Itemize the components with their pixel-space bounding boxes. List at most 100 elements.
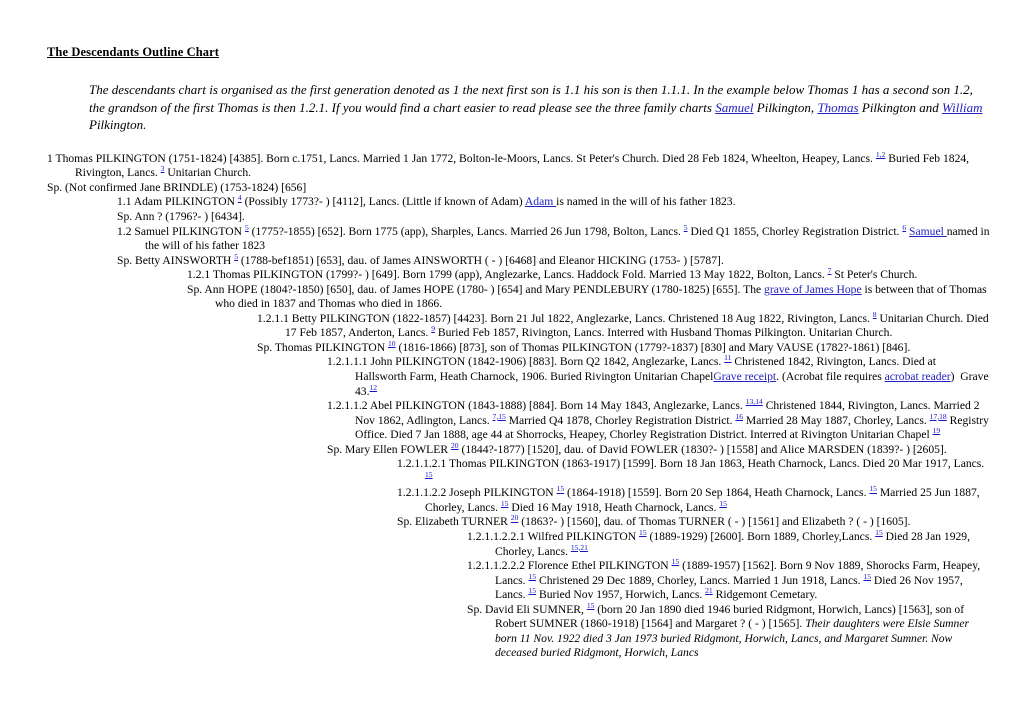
footnote-ref[interactable]: 6 bbox=[902, 223, 906, 232]
footnote-ref[interactable]: 11 bbox=[724, 354, 731, 363]
footnote-ref[interactable]: 15 bbox=[528, 572, 536, 581]
italic-note: Their daughters were Elsie Sumner born 1… bbox=[495, 617, 969, 660]
entry-sp-ann: Sp. Ann ? (1796?- ) [6434]. bbox=[117, 209, 245, 223]
inline-link[interactable]: grave of James Hope bbox=[764, 283, 862, 296]
footnote-ref[interactable]: 15 bbox=[719, 499, 727, 508]
footnote-link[interactable]: 5 bbox=[234, 252, 238, 261]
footnote-link[interactable]: 15 bbox=[587, 601, 595, 610]
footnote-ref[interactable]: 15 bbox=[528, 586, 536, 595]
footnote-ref[interactable]: 15 bbox=[869, 485, 877, 494]
footnote-ref[interactable]: 20 bbox=[511, 514, 519, 523]
footnote-link[interactable]: 1,2 bbox=[876, 150, 886, 159]
footnote-ref[interactable]: 8 bbox=[873, 310, 877, 319]
footnote-link[interactable]: 15 bbox=[528, 572, 536, 581]
footnote-ref[interactable]: 15 bbox=[672, 557, 680, 566]
footnote-link[interactable]: 15 bbox=[528, 586, 536, 595]
footnote-ref[interactable]: 15 bbox=[425, 470, 433, 479]
footnote-link[interactable]: 7,15 bbox=[493, 412, 506, 421]
footnote-ref[interactable]: 19 bbox=[933, 426, 941, 435]
link-samuel-chart[interactable]: Samuel bbox=[715, 100, 753, 115]
inline-link[interactable]: Grave receipt bbox=[713, 370, 776, 383]
footnote-ref[interactable]: 5 bbox=[245, 223, 249, 232]
entry-sp-ann-hope: Sp. Ann HOPE (1804?-1850) [650], dau. of… bbox=[187, 282, 987, 311]
footnote-link[interactable]: 15 bbox=[863, 572, 871, 581]
entry-1-2-1-1-2-abel-pilkington: 1.2.1.1.2 Abel PILKINGTON (1843-1888) [8… bbox=[327, 397, 989, 442]
entry-1-thomas-pilkington: 1 Thomas PILKINGTON (1751-1824) [4385]. … bbox=[47, 149, 970, 180]
footnote-ref[interactable]: 4 bbox=[238, 194, 242, 203]
footnote-ref[interactable]: 20 bbox=[451, 441, 459, 450]
footnote-link[interactable]: 5 bbox=[245, 223, 249, 232]
inline-link[interactable]: Samuel bbox=[909, 225, 947, 238]
entry-1-2-1-1-2-2-1-wilfred-pilkington: 1.2.1.1.2.2.1 Wilfred PILKINGTON 15 (188… bbox=[467, 528, 970, 558]
entry-1-2-1-thomas-pilkington: 1.2.1 Thomas PILKINGTON (1799?- ) [649].… bbox=[187, 266, 918, 282]
footnote-ref[interactable]: 3 bbox=[161, 164, 165, 173]
footnote-link[interactable]: 19 bbox=[933, 426, 941, 435]
page-title: The Descendants Outline Chart bbox=[47, 45, 220, 59]
inline-link[interactable]: Adam bbox=[525, 195, 556, 208]
footnote-ref[interactable]: 7,15 bbox=[493, 412, 506, 421]
intro-paragraph: The descendants chart is organised as th… bbox=[47, 81, 990, 134]
footnote-ref[interactable]: 15 bbox=[557, 485, 565, 494]
footnote-ref[interactable]: 15 bbox=[501, 499, 509, 508]
entry-sp-david-eli-sumner: Sp. David Eli SUMNER, 15 (born 20 Jan 18… bbox=[467, 600, 969, 660]
footnote-link[interactable]: 8 bbox=[873, 310, 877, 319]
footnote-ref[interactable]: 5 bbox=[684, 223, 688, 232]
footnote-link[interactable]: 12 bbox=[370, 383, 378, 392]
footnote-link[interactable]: 15 bbox=[672, 557, 680, 566]
footnote-ref[interactable]: 7 bbox=[828, 266, 832, 275]
link-william-chart[interactable]: William bbox=[942, 100, 982, 115]
footnote-link[interactable]: 15 bbox=[557, 485, 565, 494]
entry-sp-jane-brindle: Sp. (Not confirmed Jane BRINDLE) (1753-1… bbox=[47, 180, 307, 194]
intro-after-thomas: Pilkington and bbox=[858, 99, 943, 115]
footnote-link[interactable]: 9 bbox=[431, 324, 435, 333]
entry-sp-mary-ellen-fowler: Sp. Mary Ellen FOWLER 20 (1844?-1877) [1… bbox=[327, 440, 947, 456]
footnote-link[interactable]: 15,21 bbox=[571, 543, 588, 552]
footnote-ref[interactable]: 17,18 bbox=[930, 412, 947, 421]
footnote-ref[interactable]: 9 bbox=[431, 324, 435, 333]
footnote-link[interactable]: 15 bbox=[869, 485, 877, 494]
intro-after-william: Pilkington. bbox=[89, 117, 147, 133]
inline-link[interactable]: acrobat reader bbox=[885, 370, 951, 383]
footnote-ref[interactable]: 13,14 bbox=[746, 397, 763, 406]
entry-1-2-1-1-2-2-joseph-pilkington: 1.2.1.1.2.2 Joseph PILKINGTON 15 (1864-1… bbox=[397, 484, 980, 514]
footnote-link[interactable]: 15 bbox=[719, 499, 727, 508]
footnote-link[interactable]: 6 bbox=[902, 223, 906, 232]
entry-sp-elizabeth-turner: Sp. Elizabeth TURNER 20 (1863?- ) [1560]… bbox=[397, 513, 911, 529]
footnote-link[interactable]: 13,14 bbox=[746, 397, 763, 406]
footnote-link[interactable]: 20 bbox=[451, 441, 459, 450]
footnote-link[interactable]: 4 bbox=[238, 194, 242, 203]
footnote-ref[interactable]: 21 bbox=[705, 586, 713, 595]
footnote-ref[interactable]: 15 bbox=[863, 572, 871, 581]
footnote-link[interactable]: 17,18 bbox=[930, 412, 947, 421]
footnote-ref[interactable]: 15 bbox=[587, 601, 595, 610]
entry-1-2-1-1-1-john-pilkington: 1.2.1.1.1 John PILKINGTON (1842-1906) [8… bbox=[327, 353, 989, 398]
entry-1-1-adam-pilkington: 1.1 Adam PILKINGTON 4 (Possibly 1773?- )… bbox=[117, 193, 736, 209]
footnote-ref[interactable]: 15 bbox=[639, 528, 647, 537]
footnote-link[interactable]: 10 bbox=[388, 339, 396, 348]
footnote-link[interactable]: 15 bbox=[875, 528, 883, 537]
document-page: The Descendants Outline Chart The descen… bbox=[0, 0, 1020, 721]
entry-1-2-samuel-pilkington: 1.2 Samuel PILKINGTON 5 (1775?-1855) [65… bbox=[117, 222, 990, 253]
footnote-link[interactable]: 21 bbox=[705, 586, 713, 595]
footnote-ref[interactable]: 10 bbox=[388, 339, 396, 348]
footnote-link[interactable]: 3 bbox=[161, 164, 165, 173]
footnote-link[interactable]: 15 bbox=[501, 499, 509, 508]
footnote-link[interactable]: 11 bbox=[724, 354, 731, 363]
footnote-link[interactable]: 15 bbox=[639, 528, 647, 537]
footnote-ref[interactable]: 16 bbox=[735, 412, 743, 421]
footnote-ref[interactable]: 15 bbox=[875, 528, 883, 537]
footnote-link[interactable]: 20 bbox=[511, 514, 519, 523]
entry-1-2-1-1-betty-pilkington: 1.2.1.1 Betty PILKINGTON (1822-1857) [44… bbox=[257, 309, 989, 340]
entry-1-2-1-1-2-2-2-florence-ethel-pilkington: 1.2.1.1.2.2.2 Florence Ethel PILKINGTON … bbox=[467, 557, 981, 602]
footnote-ref[interactable]: 12 bbox=[370, 383, 378, 392]
footnote-link[interactable]: 15 bbox=[425, 470, 433, 479]
footnote-ref[interactable]: 1,2 bbox=[876, 150, 886, 159]
footnote-link[interactable]: 16 bbox=[735, 412, 743, 421]
footnote-link[interactable]: 7 bbox=[828, 266, 832, 275]
footnote-link[interactable]: 5 bbox=[684, 223, 688, 232]
footnote-ref[interactable]: 5 bbox=[234, 252, 238, 261]
footnote-ref[interactable]: 15,21 bbox=[571, 543, 588, 552]
link-thomas-chart[interactable]: Thomas bbox=[817, 100, 858, 115]
entry-1-2-1-1-2-1-thomas-pilkington: 1.2.1.1.2.1 Thomas PILKINGTON (1863-1917… bbox=[397, 457, 985, 479]
intro-after-samuel: Pilkington, bbox=[753, 99, 818, 115]
